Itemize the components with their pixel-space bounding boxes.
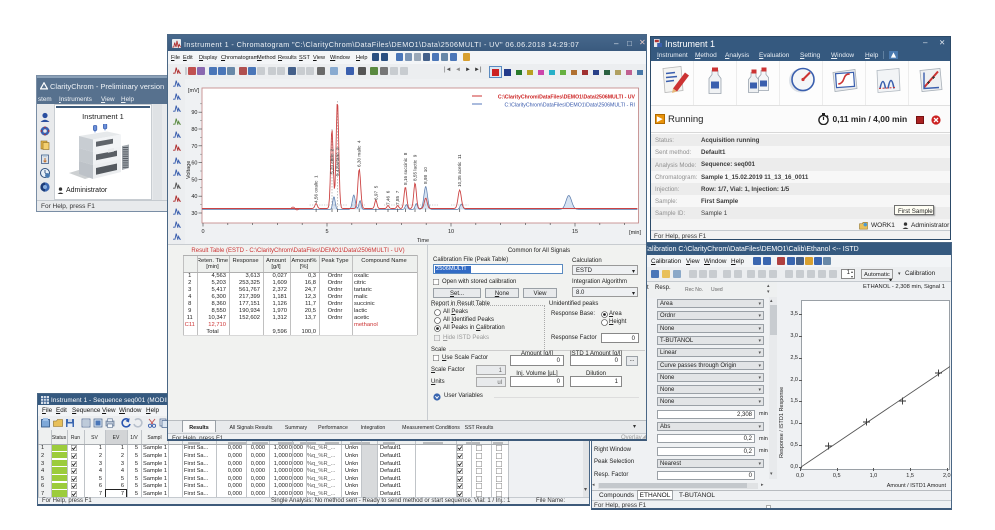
svg-text:5,42tartaric 3: 5,42tartaric 3 — [335, 147, 340, 176]
svg-text:Voltage: Voltage — [186, 161, 192, 179]
svg-text:C:\ClarityChrom\DataFiles\DEMO: C:\ClarityChrom\DataFiles\DEMO1\Data\250… — [498, 95, 636, 101]
svg-text:0: 0 — [201, 229, 204, 235]
svg-text:70: 70 — [191, 144, 197, 150]
svg-text:[min]: [min] — [629, 230, 641, 236]
svg-text:6,30 malic 4: 6,30 malic 4 — [357, 140, 362, 167]
svg-text:C:\ClarityChrom\DataFiles\DEMO: C:\ClarityChrom\DataFiles\DEMO1\Data\250… — [505, 103, 636, 109]
svg-text:7,46 6: 7,46 6 — [386, 190, 391, 205]
svg-text:90: 90 — [191, 110, 197, 116]
svg-text:40: 40 — [191, 194, 197, 200]
svg-text:10,35 acetic 11: 10,35 acetic 11 — [457, 154, 462, 187]
svg-text:5: 5 — [325, 229, 328, 235]
svg-text:80: 80 — [191, 127, 197, 133]
svg-text:5,20 citric 2: 5,20 citric 2 — [330, 148, 335, 174]
svg-text:8,55 lactic 9: 8,55 lactic 9 — [413, 154, 418, 181]
svg-text:60: 60 — [191, 161, 197, 167]
svg-text:[mV]: [mV] — [188, 88, 200, 94]
svg-text:8,16 succinic 8: 8,16 succinic 8 — [403, 152, 408, 185]
svg-text:30: 30 — [191, 211, 197, 217]
svg-text:8,98 10: 8,98 10 — [423, 167, 428, 184]
svg-text:7,85 7: 7,85 7 — [395, 190, 400, 205]
svg-text:4,56 oxalic 1: 4,56 oxalic 1 — [314, 175, 319, 203]
svg-text:15: 15 — [572, 229, 578, 235]
svg-text:10: 10 — [448, 229, 454, 235]
svg-text:6,97 5: 6,97 5 — [373, 185, 378, 200]
svg-text:50: 50 — [191, 177, 197, 183]
